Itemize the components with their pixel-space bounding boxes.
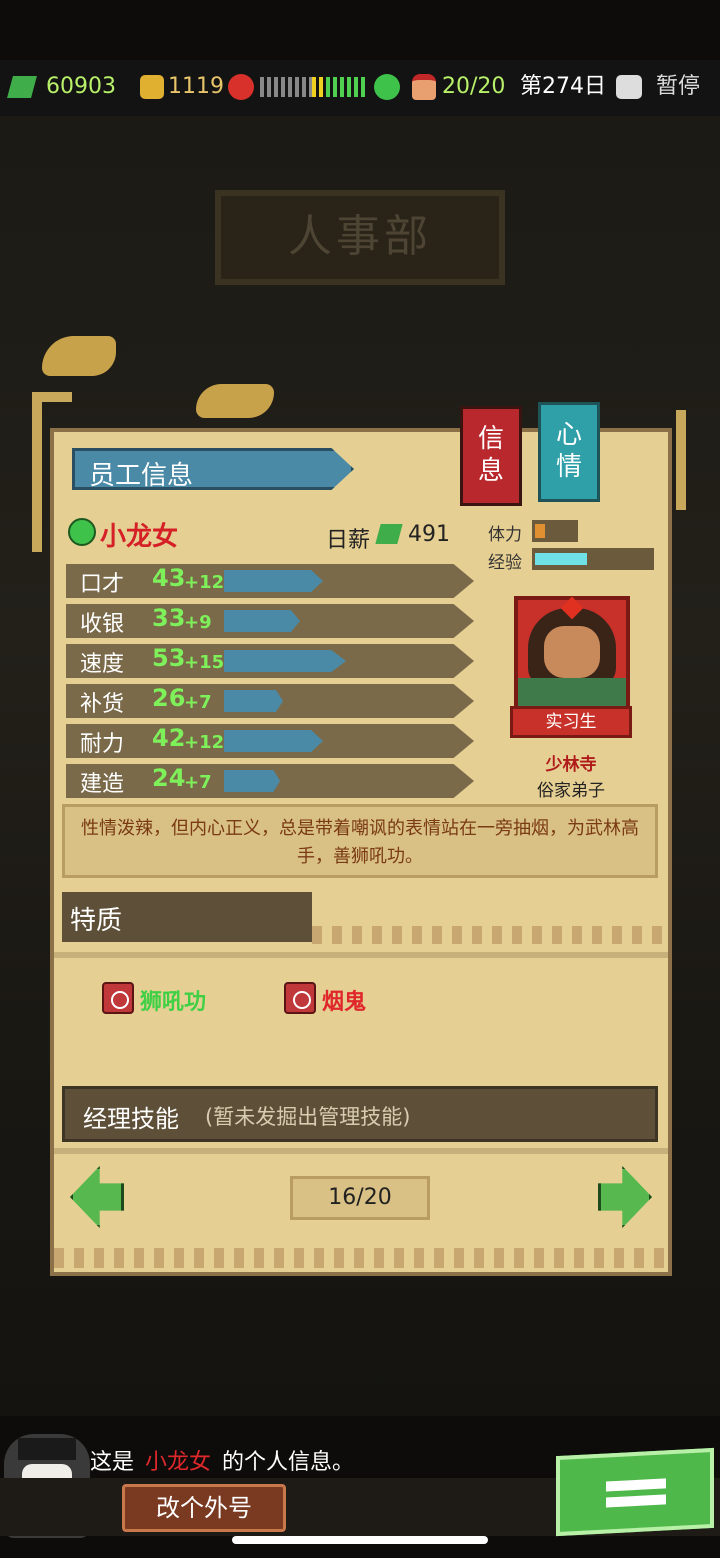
staff-icon [412,74,436,100]
rename-button[interactable]: 改个外号 [122,1484,286,1532]
avatar-hat [18,1438,76,1460]
pause-icon[interactable] [616,75,642,99]
rename-label: 改个外号 [156,1494,252,1522]
stat-bonus: +12 [184,572,225,593]
stat-bonus: +12 [184,732,225,753]
salary-label: 日薪 [326,528,371,553]
stat-bonus: +7 [184,692,212,713]
happy-face-icon [374,74,400,100]
stat-value: 53 [152,644,186,672]
stat-label: 补货 [80,692,125,717]
trait-icon [102,982,134,1014]
happy-face-icon [68,518,96,546]
portrait-face [544,626,600,678]
panel-title: 员工信息 [89,461,194,491]
koi-fish-icon [42,336,116,376]
stat-label: 收银 [80,612,125,637]
stat-value: 33 [152,604,186,632]
cash-value: 60903 [46,74,116,99]
mood-meter [260,77,368,97]
stat-row-eloquence: 口才 43 +12 [66,564,474,598]
exp-fill [535,553,587,565]
divider [54,952,668,958]
angry-face-icon [228,74,254,100]
manager-skill-box: 经理技能 (暂未发掘出管理技能) [62,1086,658,1142]
stamina-fill [535,524,545,538]
stat-bar [224,690,283,712]
koi-fish-icon-2 [196,384,274,418]
footer-message: 这是 小龙女 的个人信息。 [90,1444,354,1476]
stat-bonus: +15 [184,652,225,673]
stat-bar [224,770,280,792]
return-arrow-icon [606,1478,666,1492]
coin-value: 1119 [168,74,224,99]
employee-description-box: 性情泼辣，但内心正义，总是带着嘲讽的表情站在一旁抽烟，为武林高手，善狮吼功。 [62,804,658,878]
footer-message-name: 小龙女 [145,1450,212,1475]
traits-title: 特质 [70,906,123,936]
confirm-button[interactable] [556,1447,714,1537]
staff-count: 20/20 [442,74,506,99]
stat-bar [224,730,323,752]
traits-header: 特质 [62,892,312,942]
stat-row-cashier: 收银 33 +9 [66,604,474,638]
stat-label: 建造 [80,772,125,797]
manager-skill-label: 经理技能 [83,1105,179,1133]
tab-info[interactable]: 信 息 [460,406,522,506]
stat-row-endurance: 耐力 42 +12 [66,724,474,758]
divider [54,1148,668,1154]
footer-message-suffix: 的个人信息。 [222,1450,355,1475]
stat-row-restock: 补货 26 +7 [66,684,474,718]
panel-title-ribbon: 员工信息 [72,448,354,490]
stat-row-speed: 速度 53 +15 [66,644,474,678]
department-sign: 人事部 [215,190,505,285]
salary-value: 491 [408,522,450,547]
stat-bar [224,650,346,672]
stat-bonus: +9 [184,612,212,633]
employee-name: 小龙女 [100,522,179,552]
coin-icon [140,75,164,99]
stat-bar [224,570,323,592]
faction-title: 俗家弟子 [537,781,605,801]
day-counter: 第274日 [520,74,606,99]
page-indicator: 16/20 [290,1176,430,1220]
stamina-label: 体力 [488,525,522,545]
rank-ribbon: 实习生 [510,706,632,738]
stat-value: 24 [152,764,186,792]
tab-mood[interactable]: 心 情 [538,402,600,502]
stat-bar [224,610,300,632]
footer-message-prefix: 这是 [90,1450,135,1475]
stat-row-building: 建造 24 +7 [66,764,474,798]
exp-label: 经验 [488,553,522,573]
trait-icon [284,982,316,1014]
trait-name[interactable]: 烟鬼 [322,984,366,1016]
return-arrow-icon-line [606,1494,666,1508]
trait-name[interactable]: 狮吼功 [140,984,206,1016]
pause-button[interactable]: 暂停 [656,74,700,100]
rank-label: 实习生 [545,712,597,732]
employee-description: 性情泼辣，但内心正义，总是带着嘲讽的表情站在一旁抽烟，为武林高手，善狮吼功。 [81,818,639,867]
stat-value: 42 [152,724,186,752]
manager-skill-value: (暂未发掘出管理技能) [205,1105,411,1129]
stat-value: 43 [152,564,186,592]
page-number: 16/20 [328,1185,392,1210]
stat-label: 耐力 [80,732,125,757]
stat-label: 速度 [80,652,125,677]
frame-ornament-right [676,410,686,510]
stat-label: 口才 [80,572,125,597]
frame-ornament-top-left [32,392,72,402]
stamina-bar [532,520,578,542]
stat-bonus: +7 [184,772,212,793]
exp-bar [532,548,654,570]
home-indicator [232,1536,488,1544]
bottom-border-pattern [54,1248,668,1268]
faction-name: 少林寺 [545,755,597,775]
department-name: 人事部 [288,211,432,262]
frame-ornament-left [32,392,42,552]
trait-divider [312,926,664,944]
stat-value: 26 [152,684,186,712]
